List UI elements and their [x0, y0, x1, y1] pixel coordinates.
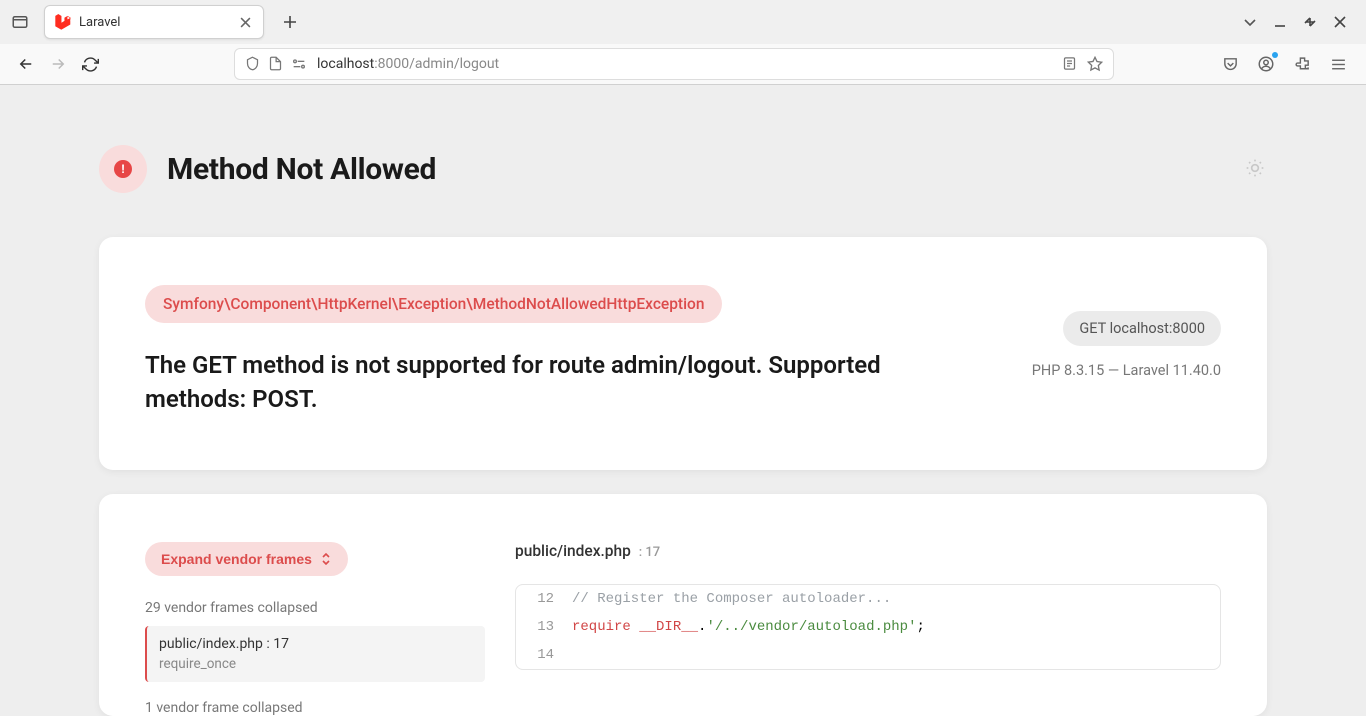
- stack-trace-card: Expand vendor frames 29 vendor frames co…: [99, 494, 1267, 716]
- code-file-line: : 17: [639, 545, 660, 560]
- restore-button[interactable]: [1302, 14, 1318, 30]
- line-content: [572, 647, 1220, 663]
- new-tab-button[interactable]: [276, 8, 304, 36]
- notification-dot: [1272, 52, 1278, 58]
- vendor-frames-collapsed-bottom[interactable]: 1 vendor frame collapsed: [145, 700, 485, 716]
- menu-icon[interactable]: [1328, 54, 1348, 74]
- panel-toggle-button[interactable]: [6, 8, 34, 36]
- line-number: 13: [516, 619, 572, 635]
- browser-tab[interactable]: Laravel: [44, 5, 264, 39]
- toolbar-right-icons: [1220, 54, 1356, 74]
- url-path: :8000/admin/logout: [374, 56, 499, 72]
- browser-toolbar: localhost:8000/admin/logout: [0, 44, 1366, 84]
- exception-message: The GET method is not supported for rout…: [145, 349, 905, 416]
- stack-frame-active[interactable]: public/index.php : 17 require_once: [145, 626, 485, 682]
- minimize-button[interactable]: [1272, 14, 1288, 30]
- line-number: 12: [516, 591, 572, 607]
- bookmark-icon[interactable]: [1087, 56, 1103, 72]
- line-content: // Register the Composer autoloader...: [572, 591, 1220, 607]
- url-host: localhost: [317, 56, 374, 72]
- runtime-meta: PHP 8.3.15 — Laravel 11.40.0: [1032, 362, 1221, 379]
- error-badge: !: [99, 145, 147, 193]
- tab-title: Laravel: [79, 15, 229, 30]
- line-number: 14: [516, 647, 572, 663]
- nav-buttons: [10, 54, 106, 74]
- close-window-button[interactable]: [1332, 14, 1348, 30]
- window-controls: [1242, 14, 1360, 30]
- expand-button-label: Expand vendor frames: [161, 551, 312, 567]
- forward-button[interactable]: [48, 54, 68, 74]
- permissions-icon[interactable]: [291, 56, 307, 72]
- code-file-header: public/index.php : 17: [515, 542, 1221, 560]
- line-content: require __DIR__.'/../vendor/autoload.php…: [572, 619, 1220, 635]
- reader-mode-icon[interactable]: [1062, 56, 1077, 72]
- code-column: public/index.php : 17 12// Register the …: [515, 542, 1221, 716]
- shield-icon[interactable]: [245, 56, 260, 72]
- chevron-sort-icon: [320, 553, 332, 565]
- browser-chrome: Laravel: [0, 0, 1366, 85]
- exception-class-pill[interactable]: Symfony\Component\HttpKernel\Exception\M…: [145, 285, 722, 323]
- exclamation-icon: !: [114, 160, 132, 178]
- url-bar[interactable]: localhost:8000/admin/logout: [234, 48, 1114, 80]
- code-file-path: public/index.php: [515, 542, 631, 560]
- frame-function: require_once: [159, 656, 473, 672]
- tab-strip: Laravel: [0, 0, 1366, 44]
- laravel-favicon: [55, 14, 71, 30]
- reload-button[interactable]: [80, 54, 100, 74]
- page-title: Method Not Allowed: [167, 152, 436, 187]
- url-text: localhost:8000/admin/logout: [317, 56, 1052, 72]
- tab-close-button[interactable]: [237, 14, 253, 30]
- pocket-icon[interactable]: [1220, 54, 1240, 74]
- code-line: 14: [516, 641, 1220, 669]
- page-content: ! Method Not Allowed Symfony\Component\H…: [0, 85, 1366, 716]
- page-info-icon[interactable]: [268, 56, 283, 72]
- page-header: ! Method Not Allowed: [99, 145, 1267, 193]
- theme-toggle-button[interactable]: [1245, 158, 1267, 180]
- extensions-icon[interactable]: [1292, 54, 1312, 74]
- exception-card: Symfony\Component\HttpKernel\Exception\M…: [99, 237, 1267, 470]
- expand-vendor-frames-button[interactable]: Expand vendor frames: [145, 542, 348, 576]
- url-security-icons: [245, 56, 307, 72]
- request-pill[interactable]: GET localhost:8000: [1063, 311, 1221, 346]
- code-snippet: 12// Register the Composer autoloader...…: [515, 584, 1221, 670]
- frame-path: public/index.php : 17: [159, 636, 473, 652]
- url-action-icons: [1062, 56, 1103, 72]
- back-button[interactable]: [16, 54, 36, 74]
- list-tabs-button[interactable]: [1242, 14, 1258, 30]
- frames-column: Expand vendor frames 29 vendor frames co…: [145, 542, 485, 716]
- code-line: 12// Register the Composer autoloader...: [516, 585, 1220, 613]
- code-line: 13require __DIR__.'/../vendor/autoload.p…: [516, 613, 1220, 641]
- vendor-frames-collapsed-top[interactable]: 29 vendor frames collapsed: [145, 600, 485, 616]
- account-icon[interactable]: [1256, 54, 1276, 74]
